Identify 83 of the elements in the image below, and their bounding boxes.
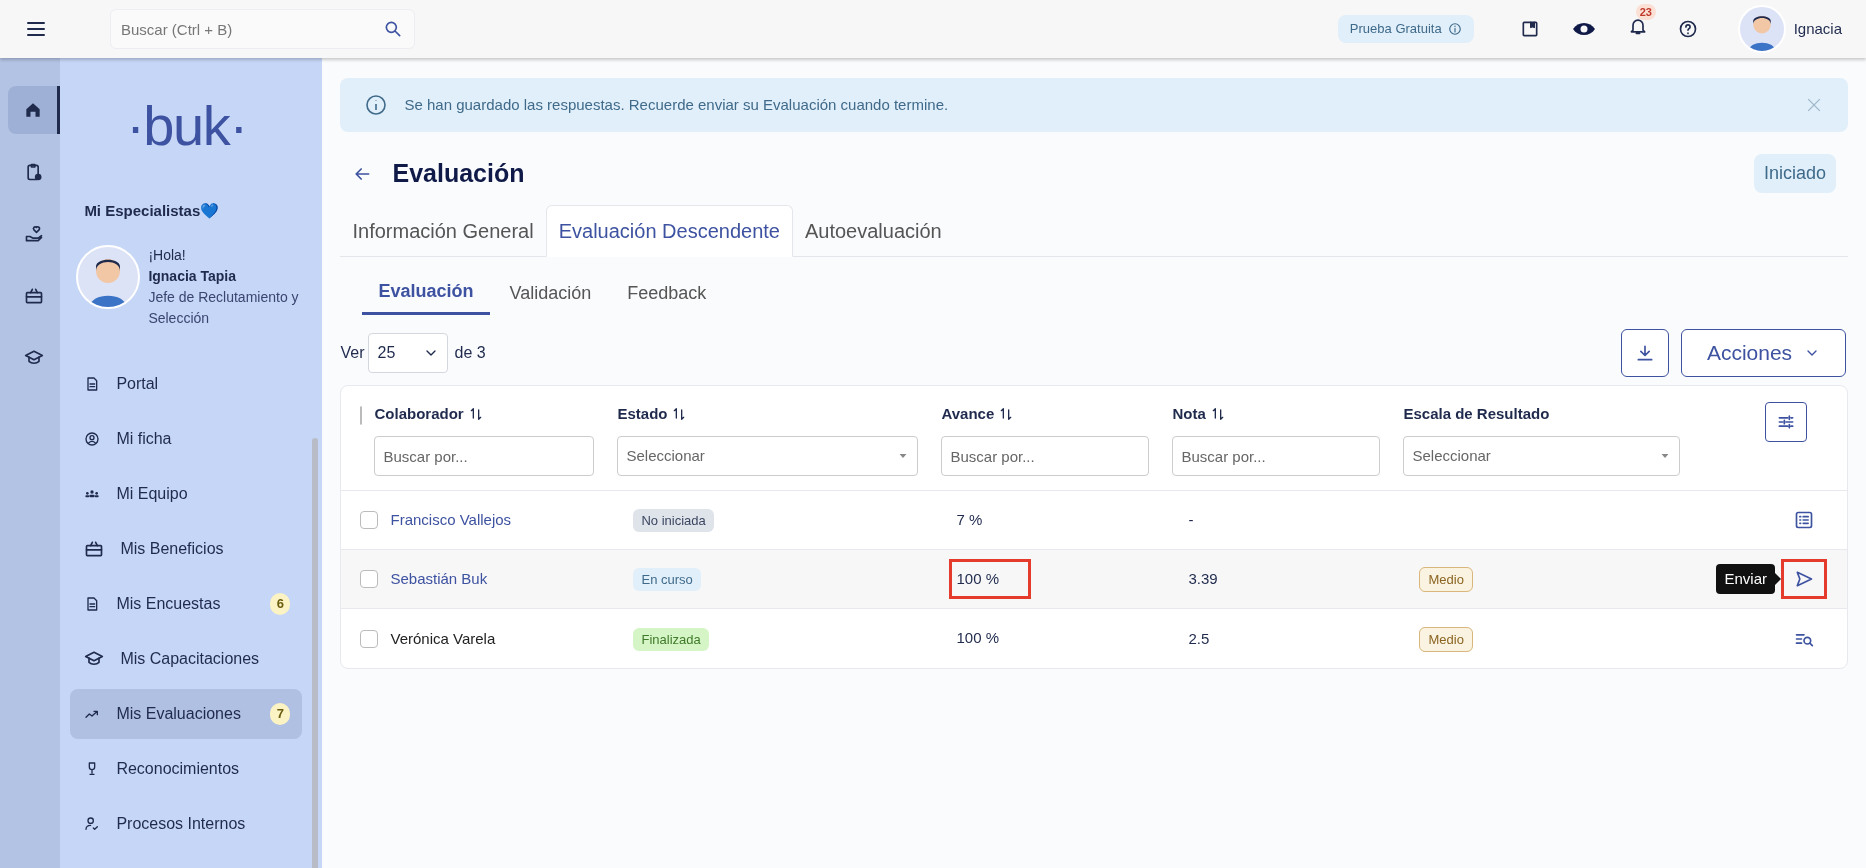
subtab[interactable]: Evaluación (362, 271, 490, 315)
tab[interactable]: Información General (340, 205, 546, 257)
avatar (1737, 5, 1786, 53)
count-badge: 7 (270, 702, 291, 725)
logo: ·buk· (125, 98, 248, 154)
company-name: Mi Especialistas💙 (83, 201, 221, 221)
rail-item[interactable] (8, 86, 61, 134)
status-tag: Finalizada (633, 627, 709, 651)
result-scale-tag: Medio (1419, 567, 1473, 592)
checkbox[interactable] (360, 406, 363, 425)
user-name[interactable]: Ignacia (1793, 17, 1842, 41)
sidebar-item[interactable]: Portal (70, 358, 303, 409)
status-tag: En curso (633, 568, 701, 591)
sidebar-item[interactable]: Mis Encuestas 6 (70, 578, 303, 629)
help-icon[interactable] (1677, 19, 1698, 39)
subtab[interactable]: Feedback (611, 271, 723, 315)
person-check-icon (84, 815, 101, 832)
checkbox[interactable] (360, 629, 379, 648)
sliders-icon (1776, 412, 1796, 432)
table-row[interactable]: Sebastián Buk En curso 100 % 3.39 Medio Enviar (341, 550, 1847, 609)
filter-select[interactable]: Seleccionar (617, 436, 919, 476)
progress-value: 100 % (955, 628, 1000, 649)
filter-field[interactable]: Buscar por... (941, 436, 1150, 476)
actions-button[interactable]: Acciones (1681, 329, 1846, 377)
sidebar-item[interactable]: Mi Equipo (70, 468, 303, 519)
column-header[interactable]: Colaborador (374, 402, 595, 426)
column-settings-button[interactable] (1765, 402, 1807, 442)
page-title: Evaluación (392, 157, 525, 189)
pager-label: Ver (340, 343, 365, 363)
sidebar-item[interactable]: Mis Evaluaciones 7 (70, 688, 303, 739)
column-header[interactable]: Avance (941, 402, 1150, 426)
sidebar-item[interactable]: Procesos Internos (70, 798, 303, 849)
alert-message: Se han guardado las respuestas. Recuerde enviar su Evaluación cuando termine. (404, 94, 950, 115)
result-scale-tag: Medio (1419, 626, 1473, 652)
page-size-select[interactable]: 25 (368, 333, 449, 373)
info-icon (1447, 22, 1462, 36)
sidebar-item[interactable]: Mis Capacitaciones (70, 633, 303, 684)
status-tag: No iniciada (633, 509, 714, 532)
grade-value: 2.5 (1188, 629, 1210, 647)
subtab[interactable]: Validación (493, 271, 608, 315)
collaborator-name[interactable]: Sebastián Buk (390, 570, 488, 587)
user-full-name: Ignacia Tapia (148, 266, 238, 286)
download-button[interactable] (1621, 329, 1669, 377)
column-header[interactable]: Nota (1172, 402, 1381, 426)
gift-icon (84, 538, 105, 559)
progress-value: 100 % (949, 558, 1032, 600)
filter-field[interactable]: Buscar por... (374, 436, 595, 476)
trial-badge[interactable]: Prueba Gratuita (1337, 15, 1474, 43)
tab[interactable]: Autoevaluación (792, 205, 954, 257)
greeting: ¡Hola! (148, 245, 187, 265)
sidebar-item[interactable]: Reconocimientos (70, 743, 303, 794)
tooltip: Enviar (1716, 563, 1781, 595)
collaborator-name: Verónica Varela (390, 629, 496, 647)
checkbox[interactable] (360, 511, 379, 529)
search-field[interactable]: Buscar (Ctrl + B) (110, 9, 415, 49)
scrollbar[interactable] (312, 438, 319, 868)
sidebar-item[interactable]: Mi ficha (70, 413, 303, 464)
progress-value: 7 % (955, 509, 984, 530)
row-action-button[interactable] (1781, 559, 1827, 599)
filter-field[interactable]: Buscar por... (1172, 436, 1381, 476)
table-row[interactable]: Verónica Varela Finalizada 100 % 2.5 Medio (341, 609, 1847, 668)
checkbox[interactable] (360, 570, 379, 588)
column-header[interactable]: Estado (617, 402, 919, 426)
grade-value: 3.39 (1188, 570, 1218, 587)
user-role: Jefe de Reclutamiento y Selección (148, 287, 300, 328)
info-icon (364, 93, 389, 117)
pager-total: de 3 (454, 343, 486, 363)
collaborator-name[interactable]: Francisco Vallejos (390, 511, 512, 528)
download-icon (1635, 343, 1655, 363)
grade-value: - (1188, 511, 1194, 528)
user-circle-icon (84, 430, 101, 447)
column-header[interactable]: Escala de Resultado (1403, 402, 1681, 426)
gift-icon (24, 286, 45, 306)
hand-heart-icon (24, 224, 45, 244)
list-icon (1794, 510, 1814, 530)
search-icon[interactable] (383, 19, 403, 39)
tab[interactable]: Evaluación Descendente (545, 205, 793, 257)
send-icon (1794, 569, 1814, 589)
status-badge: Iniciado (1753, 154, 1836, 193)
count-badge: 6 (270, 592, 291, 615)
notification-count: 23 (1635, 3, 1656, 20)
filter-select[interactable]: Seleccionar (1403, 436, 1681, 476)
sidebar-item[interactable]: Mis Beneficios (70, 523, 303, 574)
